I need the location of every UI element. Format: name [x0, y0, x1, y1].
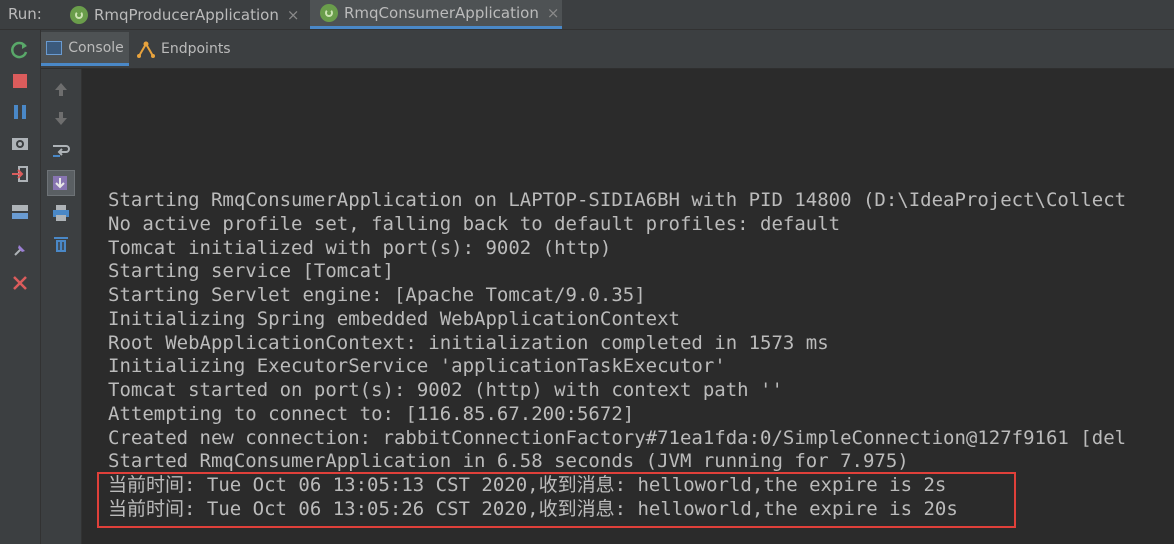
rerun-icon[interactable] [10, 40, 30, 60]
tab-rmq-consumer[interactable]: RmqConsumerApplication × [310, 0, 562, 29]
spring-boot-icon [70, 5, 88, 24]
scroll-to-end-icon[interactable] [47, 170, 75, 196]
tab-console[interactable]: Console [41, 32, 129, 66]
camera-icon[interactable] [10, 133, 30, 153]
close-icon[interactable]: × [547, 4, 560, 22]
console-line: Starting Servlet engine: [Apache Tomcat/… [108, 284, 646, 306]
console-output[interactable]: Starting RmqConsumerApplication on LAPTO… [82, 69, 1174, 544]
arrow-down-icon[interactable] [51, 109, 71, 129]
close-icon[interactable] [10, 273, 30, 293]
console-line: Initializing ExecutorService 'applicatio… [108, 355, 726, 377]
soft-wrap-icon[interactable] [51, 141, 71, 161]
close-icon[interactable]: × [287, 6, 300, 24]
run-tool-window-header: Run: RmqProducerApplication × RmqConsume… [0, 0, 1174, 30]
tab-endpoints[interactable]: Endpoints [137, 32, 231, 66]
run-actions-gutter [0, 30, 41, 544]
pause-icon[interactable] [10, 102, 30, 122]
tab-endpoints-label: Endpoints [161, 41, 231, 57]
tab-console-label: Console [68, 39, 124, 56]
console-icon [46, 40, 63, 55]
console-line: Attempting to connect to: [116.85.67.200… [108, 403, 635, 425]
console-line: No active profile set, falling back to d… [108, 213, 841, 235]
console-line: 当前时间: Tue Oct 06 13:05:26 CST 2020,收到消息:… [108, 498, 958, 520]
console-line: 当前时间: Tue Oct 06 13:05:13 CST 2020,收到消息:… [108, 474, 947, 496]
login-icon[interactable] [10, 164, 30, 184]
console-line: Starting service [Tomcat] [108, 260, 394, 282]
console-line: Tomcat started on port(s): 9002 (http) w… [108, 379, 783, 401]
run-label: Run: [8, 5, 42, 23]
console-line: Tomcat initialized with port(s): 9002 (h… [108, 237, 612, 259]
pin-icon[interactable] [10, 240, 30, 260]
endpoints-icon [137, 41, 155, 58]
tab-label: RmqConsumerApplication [344, 4, 539, 22]
print-icon[interactable] [51, 203, 71, 223]
tab-rmq-producer[interactable]: RmqProducerApplication × [60, 0, 304, 29]
console-line: Root WebApplicationContext: initializati… [108, 332, 829, 354]
console-line: Started RmqConsumerApplication in 6.58 s… [108, 450, 909, 472]
console-line: Initializing Spring embedded WebApplicat… [108, 308, 680, 330]
arrow-up-icon[interactable] [51, 79, 71, 99]
trash-icon[interactable] [51, 234, 71, 254]
spring-boot-icon [320, 4, 338, 22]
console-toolbar: Console Endpoints [0, 30, 1174, 69]
console-actions-gutter [41, 69, 82, 544]
console-line: Created new connection: rabbitConnection… [108, 427, 1127, 449]
console-line: Starting RmqConsumerApplication on LAPTO… [108, 189, 1127, 211]
tab-label: RmqProducerApplication [94, 5, 279, 24]
stop-icon[interactable] [10, 71, 30, 91]
layout-icon[interactable] [10, 202, 30, 222]
